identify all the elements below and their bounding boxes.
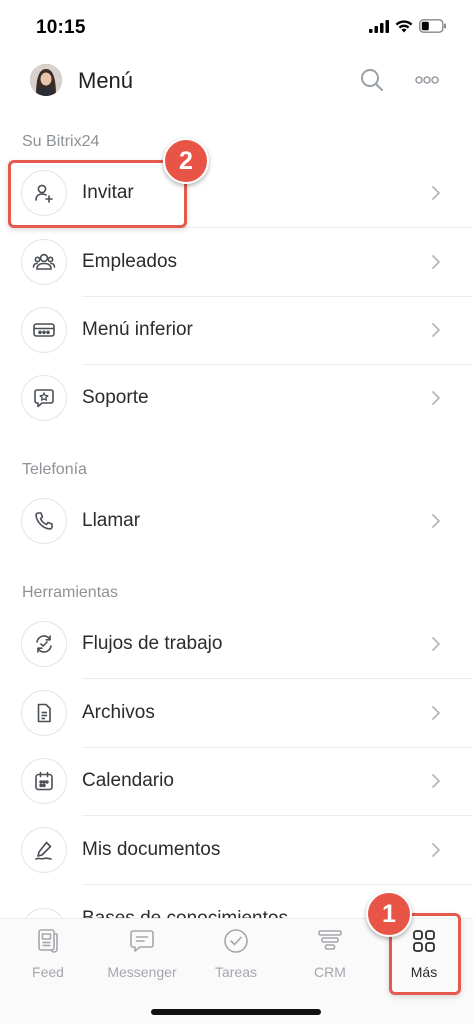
chevron-right-icon	[432, 637, 440, 651]
chevron-right-icon	[432, 774, 440, 788]
menu-item-label: Mis documentos	[82, 839, 221, 860]
tab-label: Feed	[32, 964, 64, 980]
menu-item-label: Menú inferior	[82, 319, 193, 340]
menu-item-label: Archivos	[82, 702, 155, 723]
chevron-right-icon	[432, 255, 440, 269]
chevron-right-icon	[432, 186, 440, 200]
support-icon	[21, 375, 67, 421]
employees-icon	[21, 239, 67, 285]
divider	[82, 884, 473, 885]
divider	[82, 678, 473, 679]
menu-item-soporte[interactable]: Soporte	[0, 365, 473, 433]
tab-feed[interactable]: Feed	[8, 919, 88, 989]
menu-item-label: Bases de conocimientos	[82, 908, 288, 918]
chevron-right-icon	[432, 706, 440, 720]
menu-item-label: Flujos de trabajo	[82, 633, 223, 654]
divider	[82, 815, 473, 816]
section-title-telefonia: Telefonía	[22, 461, 87, 478]
file-icon	[21, 690, 67, 736]
tab-label: CRM	[314, 964, 346, 980]
signal-icon	[369, 19, 389, 33]
menu-item-menu-inferior[interactable]: Menú inferior	[0, 297, 473, 365]
battery-icon	[419, 19, 446, 33]
status-time: 10:15	[36, 17, 86, 38]
menu-item-llamar[interactable]: Llamar	[0, 488, 473, 556]
tab-label: Tareas	[214, 964, 258, 980]
calendar-icon	[21, 758, 67, 804]
menu-item-archivos[interactable]: Archivos	[0, 680, 473, 748]
chevron-right-icon	[432, 323, 440, 337]
tab-label: Messenger	[107, 964, 177, 980]
bottom-menu-icon	[21, 307, 67, 353]
menu-item-label: Llamar	[82, 510, 141, 531]
menu-item-label: Calendario	[82, 770, 174, 791]
menu-item-flujos[interactable]: Flujos de trabajo	[0, 611, 473, 679]
tab-crm[interactable]: CRM	[290, 919, 370, 989]
chevron-right-icon	[432, 843, 440, 857]
page-title: Menú	[78, 68, 134, 93]
status-icons	[369, 19, 447, 33]
menu-item-calendario[interactable]: Calendario	[0, 748, 473, 816]
chevron-right-icon	[432, 391, 440, 405]
messenger-icon	[130, 930, 154, 952]
crm-funnel-icon	[318, 930, 342, 950]
menu-item-label: Soporte	[82, 387, 149, 408]
callout-badge-1: 1	[366, 891, 412, 937]
section-title-herramientas: Herramientas	[22, 584, 119, 601]
signature-icon	[21, 827, 67, 873]
tab-tareas[interactable]: Tareas	[196, 919, 276, 989]
wifi-icon	[395, 19, 413, 32]
menu-item-label: Empleados	[82, 251, 178, 272]
status-bar: 10:15	[0, 0, 473, 52]
more-icon[interactable]	[412, 70, 442, 90]
section-title-bitrix: Su Bitrix24	[22, 133, 100, 150]
menu-item-empleados[interactable]: Empleados	[0, 229, 473, 297]
workflow-icon	[21, 621, 67, 667]
feed-icon	[38, 929, 58, 953]
phone-icon	[21, 498, 67, 544]
search-icon[interactable]	[359, 67, 385, 93]
header: Menú	[0, 52, 473, 110]
callout-badge-2: 2	[163, 138, 209, 184]
home-indicator	[151, 1009, 321, 1015]
menu-item-mis-documentos[interactable]: Mis documentos	[0, 817, 473, 885]
callout-box-invitar	[8, 160, 187, 228]
knowledge-base-icon	[21, 908, 67, 918]
chevron-right-icon	[432, 514, 440, 528]
tab-messenger[interactable]: Messenger	[102, 919, 182, 989]
avatar[interactable]	[30, 64, 62, 96]
tasks-icon	[224, 929, 248, 953]
